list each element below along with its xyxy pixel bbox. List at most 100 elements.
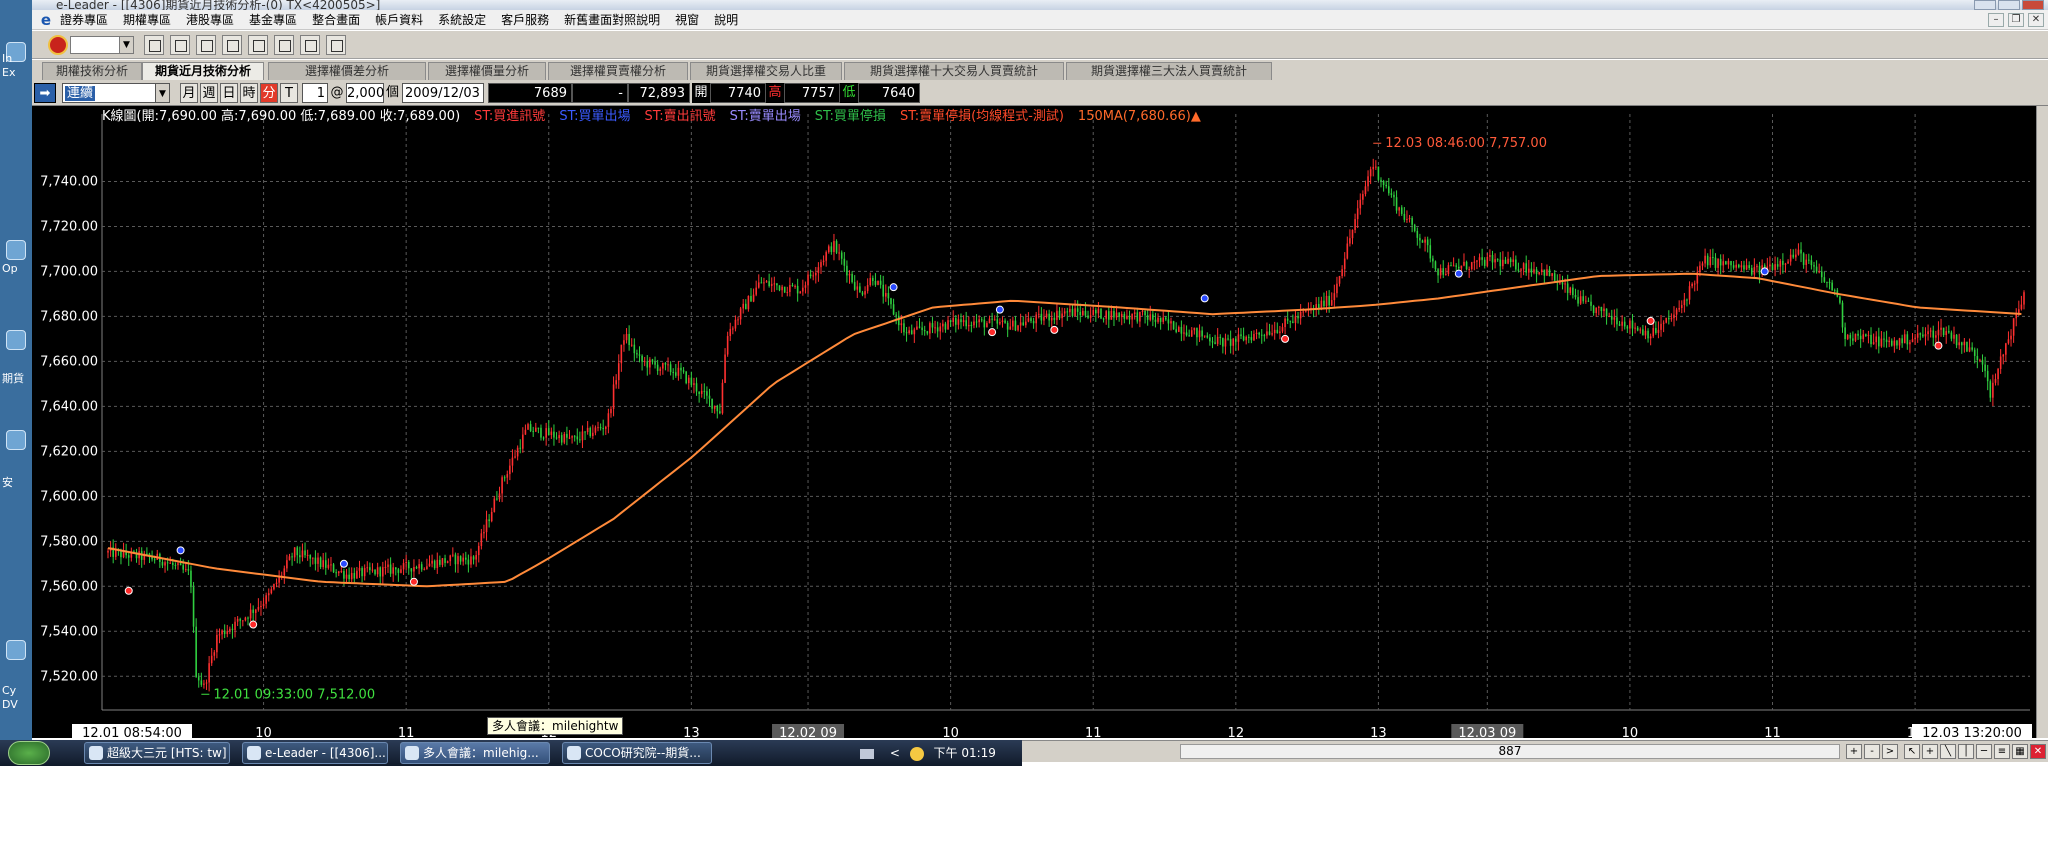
horizontal-line-tool-icon[interactable]: ─: [1976, 744, 1992, 759]
period-minute-button[interactable]: 分: [260, 83, 278, 103]
minimize-button[interactable]: [1974, 0, 1996, 10]
tab-options-spread[interactable]: 選擇權價差分析: [268, 62, 426, 80]
candle-body: [1457, 266, 1460, 269]
taskbar-item[interactable]: e-Leader - [[4306]...: [242, 742, 388, 764]
menu-screen-map[interactable]: 新舊畫面對照說明: [564, 11, 660, 28]
mdi-close-icon[interactable]: ✕: [2028, 13, 2044, 27]
zoom-out-icon[interactable]: -: [1864, 744, 1880, 759]
scroll-right-icon[interactable]: >: [1882, 744, 1898, 759]
candle-body: [830, 246, 833, 253]
menu-futures-options[interactable]: 期權專區: [123, 11, 171, 28]
candle-body: [817, 267, 820, 274]
table-icon[interactable]: [326, 34, 346, 55]
mdi-restore-icon[interactable]: ❐: [2008, 13, 2024, 27]
period-hour-button[interactable]: 時: [240, 83, 258, 103]
desktop-icon[interactable]: [6, 640, 26, 660]
period-day-button[interactable]: 日: [220, 83, 238, 103]
desktop-icon[interactable]: [6, 330, 26, 350]
period-tick-button[interactable]: T: [280, 83, 298, 103]
candlestick-chart[interactable]: 7,520.00 7,540.00 7,560.00 7,580.00 7,600.00…: [32, 106, 2036, 738]
vertical-scrollbar[interactable]: [2036, 106, 2048, 738]
menu-hk-stocks[interactable]: 港股專區: [186, 11, 234, 28]
candle-body: [1214, 342, 1216, 344]
brand-logo-icon[interactable]: [48, 34, 68, 55]
candle-body: [459, 556, 462, 562]
desktop-icon[interactable]: [6, 240, 26, 260]
settings-tool-icon[interactable]: ▦: [2012, 744, 2028, 759]
chevron-down-icon[interactable]: ▼: [119, 36, 133, 53]
document-icon[interactable]: [170, 34, 190, 55]
tab-options-volume[interactable]: 選擇權價量分析: [428, 62, 546, 80]
candle-body: [1517, 269, 1520, 271]
candle-body: [537, 427, 540, 429]
fibonacci-tool-icon[interactable]: ≡: [1994, 744, 2010, 759]
menu-integrated[interactable]: 整合畫面: [312, 11, 360, 28]
print-icon[interactable]: [274, 34, 294, 55]
candle-body: [711, 398, 713, 409]
tab-options-technical[interactable]: 期權技術分析: [42, 62, 142, 80]
candle-body: [755, 287, 757, 295]
layout-icon[interactable]: [300, 34, 320, 55]
menu-funds[interactable]: 基金專區: [249, 11, 297, 28]
pointer-tool-icon[interactable]: ↖: [1904, 744, 1920, 759]
candle-body: [1981, 359, 1984, 365]
desktop-strip: In Ex Op 期貨 安 Cy DV: [0, 0, 32, 740]
trendline-tool-icon[interactable]: ╲: [1940, 744, 1956, 759]
keyboard-icon[interactable]: [860, 748, 874, 759]
list-icon[interactable]: [222, 34, 242, 55]
go-arrow-icon[interactable]: ➡: [34, 83, 56, 103]
window-icon[interactable]: [196, 34, 216, 55]
smiley-icon[interactable]: [909, 746, 924, 761]
chart-svg[interactable]: 7,520.00 7,540.00 7,560.00 7,580.00 7,600.00…: [32, 106, 2036, 738]
chart-icon[interactable]: [248, 34, 268, 55]
candle-body: [1999, 356, 2002, 369]
candle-body: [1849, 334, 1852, 339]
tray-expand-icon[interactable]: <: [890, 746, 900, 760]
candle-body: [760, 282, 763, 284]
chevron-down-icon[interactable]: ▼: [155, 84, 169, 102]
mdi-minimize-icon[interactable]: –: [1988, 13, 2004, 27]
period-week-button[interactable]: 週: [200, 83, 218, 103]
chart-scrollbar[interactable]: 887: [1180, 744, 1840, 759]
toolbar-combo[interactable]: ▼: [70, 35, 134, 54]
zoom-in-icon[interactable]: +: [1846, 744, 1862, 759]
menu-securities[interactable]: 證券專區: [60, 11, 108, 28]
tab-trader-ratio[interactable]: 期貨選擇權交易人比重: [690, 62, 842, 80]
candle-body: [363, 568, 366, 577]
interval-input[interactable]: 1: [302, 83, 328, 103]
candle-body: [1069, 308, 1071, 313]
tab-futures-technical[interactable]: 期貨近月技術分析: [142, 62, 264, 80]
candle-body: [223, 630, 226, 635]
grid-icon[interactable]: [144, 34, 164, 55]
tab-options-callput[interactable]: 選擇權買賣權分析: [548, 62, 688, 80]
maximize-button[interactable]: [1998, 0, 2020, 10]
x-tick-label: 12.03 09: [1458, 726, 1516, 738]
count-input[interactable]: 2,000: [346, 83, 384, 103]
close-button[interactable]: [2022, 0, 2044, 10]
title-bar[interactable]: e-Leader - [[4306]期貨近月技術分析-(0) TX<420050…: [32, 0, 2048, 10]
candle-body: [527, 424, 529, 430]
symbol-select[interactable]: 連續 ▼: [62, 83, 170, 103]
candle-body: [957, 319, 960, 325]
menu-account[interactable]: 帳戶資料: [375, 11, 423, 28]
candle-body: [905, 332, 908, 334]
menu-window[interactable]: 視窗: [675, 11, 699, 28]
taskbar-item[interactable]: 多人會議：milehig...: [400, 742, 550, 764]
date-select[interactable]: 2009/12/03: [402, 83, 484, 103]
menu-service[interactable]: 客戶服務: [501, 11, 549, 28]
period-month-button[interactable]: 月: [180, 83, 198, 103]
menu-help[interactable]: 說明: [714, 11, 738, 28]
taskbar-item[interactable]: 超級大三元 [HTS: tw]: [84, 742, 230, 764]
crosshair-tool-icon[interactable]: +: [1922, 744, 1938, 759]
erase-tool-icon[interactable]: ✕: [2030, 744, 2046, 759]
vertical-line-tool-icon[interactable]: │: [1958, 744, 1974, 759]
taskbar-item[interactable]: COCO研究院--期貨...: [562, 742, 712, 764]
tab-top-ten-traders[interactable]: 期貨選擇權十大交易人買賣統計: [844, 62, 1064, 80]
tab-institutional[interactable]: 期貨選擇權三大法人買賣統計: [1066, 62, 1272, 80]
desktop-icon[interactable]: [6, 430, 26, 450]
candle-body: [1196, 327, 1198, 338]
candle-body: [1027, 318, 1030, 322]
start-button[interactable]: [8, 741, 50, 765]
menu-settings[interactable]: 系統設定: [438, 11, 486, 28]
candle-body: [1172, 321, 1175, 330]
